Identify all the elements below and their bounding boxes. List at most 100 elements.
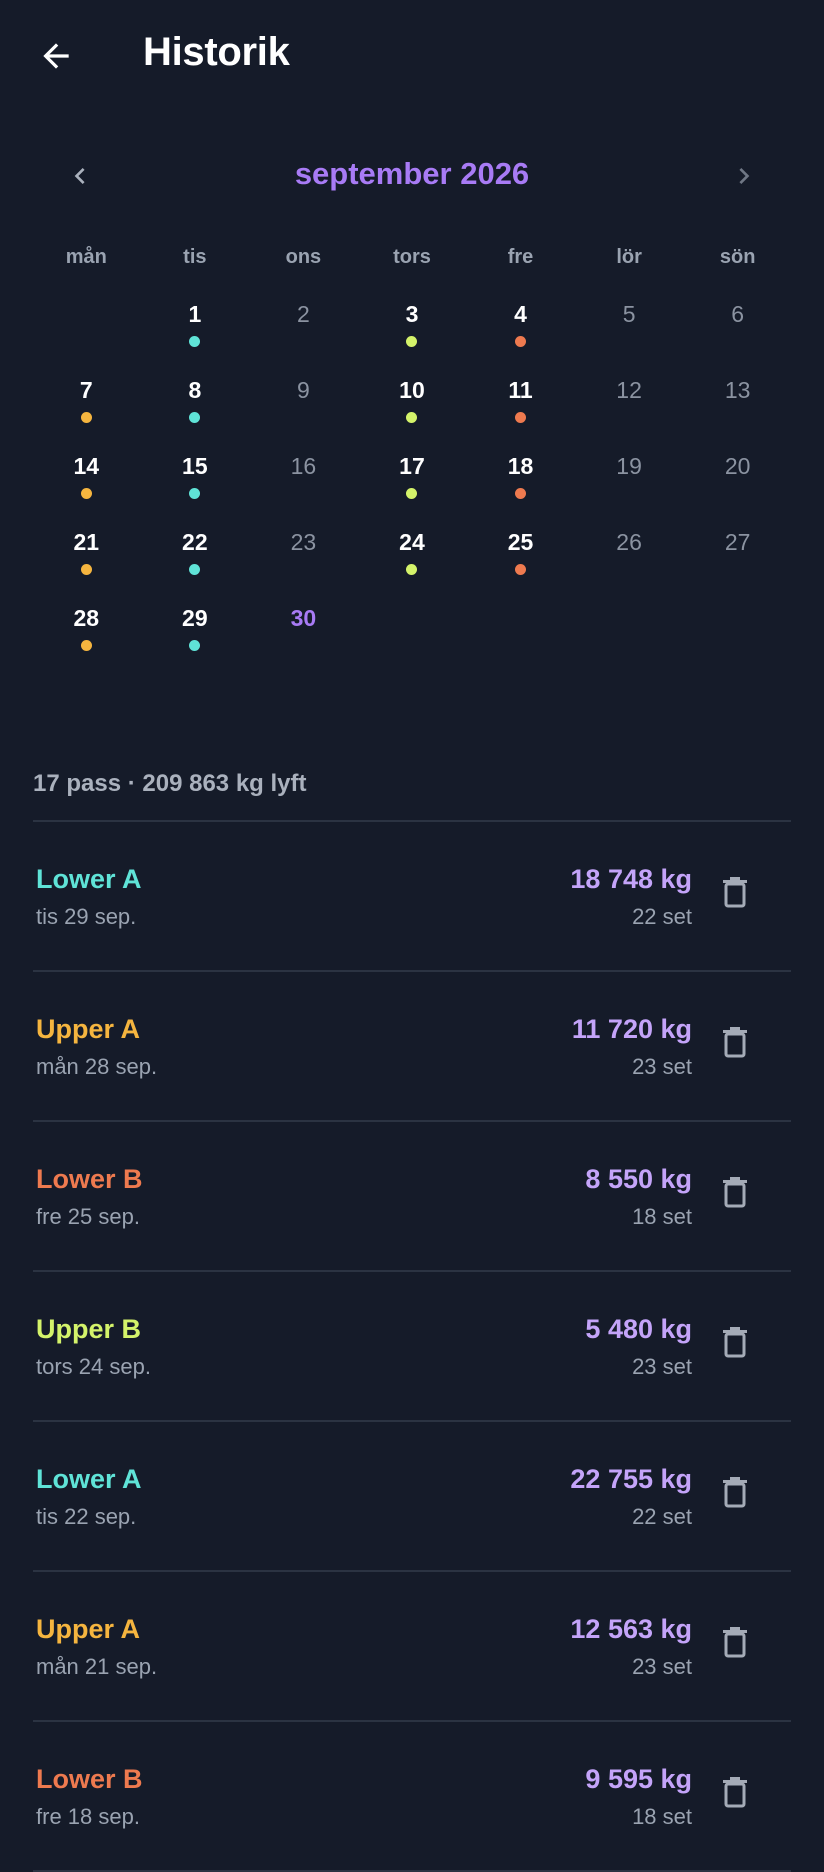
workout-volume: 9 595 kg xyxy=(585,1764,692,1794)
workout-dot-icon xyxy=(189,640,201,651)
workout-date: fre 25 sep. xyxy=(36,1204,140,1229)
calendar-day[interactable]: 14 xyxy=(32,449,141,525)
workout-dot-icon xyxy=(189,564,201,575)
weekday-row: mån tis ons tors fre lör sön xyxy=(32,246,792,269)
calendar-day[interactable]: 8 xyxy=(141,373,250,449)
page-title: Historik xyxy=(143,30,290,74)
calendar-day[interactable]: 23 xyxy=(249,525,358,601)
calendar-day[interactable]: 10 xyxy=(358,373,467,449)
calendar-day-today[interactable]: 30 xyxy=(249,601,358,677)
weekday-label: fre xyxy=(507,246,534,268)
workout-date: tis 22 sep. xyxy=(36,1504,137,1529)
day-number: 3 xyxy=(405,301,419,327)
calendar-day[interactable]: 27 xyxy=(683,525,792,601)
delete-button[interactable] xyxy=(715,1322,755,1366)
calendar-day[interactable]: 6 xyxy=(683,297,792,373)
workout-list-item[interactable]: Upper B tors 24 sep. 5 480 kg 23 set xyxy=(33,1272,791,1422)
workout-date: tis 29 sep. xyxy=(36,904,137,929)
day-number: 16 xyxy=(290,453,317,479)
calendar-day[interactable]: 7 xyxy=(32,373,141,449)
calendar-day[interactable]: 13 xyxy=(683,373,792,449)
calendar-day[interactable]: 5 xyxy=(575,297,684,373)
calendar-day[interactable]: 2 xyxy=(249,297,358,373)
workout-date: mån 28 sep. xyxy=(36,1054,158,1079)
calendar-day[interactable]: 19 xyxy=(575,449,684,525)
calendar-day[interactable]: 21 xyxy=(32,525,141,601)
calendar-header: september 2026 xyxy=(0,150,824,202)
calendar-day[interactable]: 29 xyxy=(141,601,250,677)
weekday-label: ons xyxy=(285,246,322,268)
calendar-day[interactable]: 28 xyxy=(32,601,141,677)
day-number: 23 xyxy=(290,529,317,555)
day-number: 19 xyxy=(616,453,642,479)
workout-sets: 22 set xyxy=(632,1504,692,1529)
weekday-label: lör xyxy=(616,246,642,268)
day-number: 25 xyxy=(507,529,534,555)
calendar-day[interactable]: 1 xyxy=(141,297,250,373)
workout-dot-icon xyxy=(406,564,418,575)
workout-sets: 18 set xyxy=(632,1804,692,1829)
day-number: 21 xyxy=(73,529,100,555)
next-month-button[interactable] xyxy=(718,150,770,202)
chevron-right-icon xyxy=(739,168,750,184)
workout-volume: 18 748 kg xyxy=(570,864,692,894)
workout-list: Lower A tis 29 sep. 18 748 kg 22 set Upper A… xyxy=(33,822,791,1872)
day-number: 14 xyxy=(73,453,100,479)
calendar-day[interactable]: 16 xyxy=(249,449,358,525)
workout-sets: 18 set xyxy=(632,1204,692,1229)
delete-button[interactable] xyxy=(715,1622,755,1666)
calendar-day[interactable]: 26 xyxy=(575,525,684,601)
day-number: 12 xyxy=(616,377,642,403)
workout-list-item[interactable]: Lower B fre 18 sep. 9 595 kg 18 set xyxy=(33,1722,791,1872)
trash-icon xyxy=(722,1176,748,1213)
weekday-label: tors xyxy=(393,246,431,268)
calendar-day[interactable]: 22 xyxy=(141,525,250,601)
workout-dot-icon xyxy=(406,412,418,423)
workout-list-item[interactable]: Lower A tis 29 sep. 18 748 kg 22 set xyxy=(33,822,791,972)
day-number: 9 xyxy=(297,377,310,403)
workout-name: Lower B xyxy=(36,1164,143,1194)
weekday-label: sön xyxy=(719,246,756,268)
day-number: 2 xyxy=(297,301,310,327)
back-button[interactable] xyxy=(28,28,84,84)
workout-name: Upper A xyxy=(36,1014,141,1044)
workout-list-item[interactable]: Lower A tis 22 sep. 22 755 kg 22 set xyxy=(33,1422,791,1572)
workout-dot-icon xyxy=(189,336,201,347)
weekday-label: tis xyxy=(183,246,207,268)
calendar-day[interactable]: 25 xyxy=(466,525,575,601)
workout-list-item[interactable]: Upper A mån 28 sep. 11 720 kg 23 set xyxy=(33,972,791,1122)
calendar-blank-cell xyxy=(32,297,141,373)
calendar-day[interactable]: 17 xyxy=(358,449,467,525)
calendar-day[interactable]: 4 xyxy=(466,297,575,373)
delete-button[interactable] xyxy=(715,1472,755,1516)
calendar-day[interactable]: 12 xyxy=(575,373,684,449)
calendar-day[interactable]: 11 xyxy=(466,373,575,449)
calendar-day[interactable]: 3 xyxy=(358,297,467,373)
workout-list-item[interactable]: Upper A mån 21 sep. 12 563 kg 23 set xyxy=(33,1572,791,1722)
day-number: 18 xyxy=(507,453,534,479)
workout-dot-icon xyxy=(515,412,527,423)
trash-icon xyxy=(722,1776,748,1813)
calendar-day[interactable]: 9 xyxy=(249,373,358,449)
day-number: 8 xyxy=(188,377,202,403)
calendar-day[interactable]: 20 xyxy=(683,449,792,525)
delete-button[interactable] xyxy=(715,1172,755,1216)
trash-icon xyxy=(722,1026,748,1063)
workout-volume: 5 480 kg xyxy=(585,1314,692,1344)
trash-icon xyxy=(722,1626,748,1663)
calendar-day[interactable]: 24 xyxy=(358,525,467,601)
workout-dot-icon xyxy=(189,412,201,423)
workout-dot-icon xyxy=(80,488,92,499)
workout-list-item[interactable]: Lower B fre 25 sep. 8 550 kg 18 set xyxy=(33,1122,791,1272)
month-title: september 2026 xyxy=(294,156,530,191)
calendar-day[interactable]: 15 xyxy=(141,449,250,525)
day-number: 20 xyxy=(724,453,751,479)
day-number: 10 xyxy=(399,377,425,403)
workout-name: Lower A xyxy=(36,864,142,894)
day-number: 7 xyxy=(79,377,93,403)
delete-button[interactable] xyxy=(715,1022,755,1066)
delete-button[interactable] xyxy=(715,1772,755,1816)
delete-button[interactable] xyxy=(715,872,755,916)
calendar-day[interactable]: 18 xyxy=(466,449,575,525)
trash-icon xyxy=(722,1476,748,1513)
